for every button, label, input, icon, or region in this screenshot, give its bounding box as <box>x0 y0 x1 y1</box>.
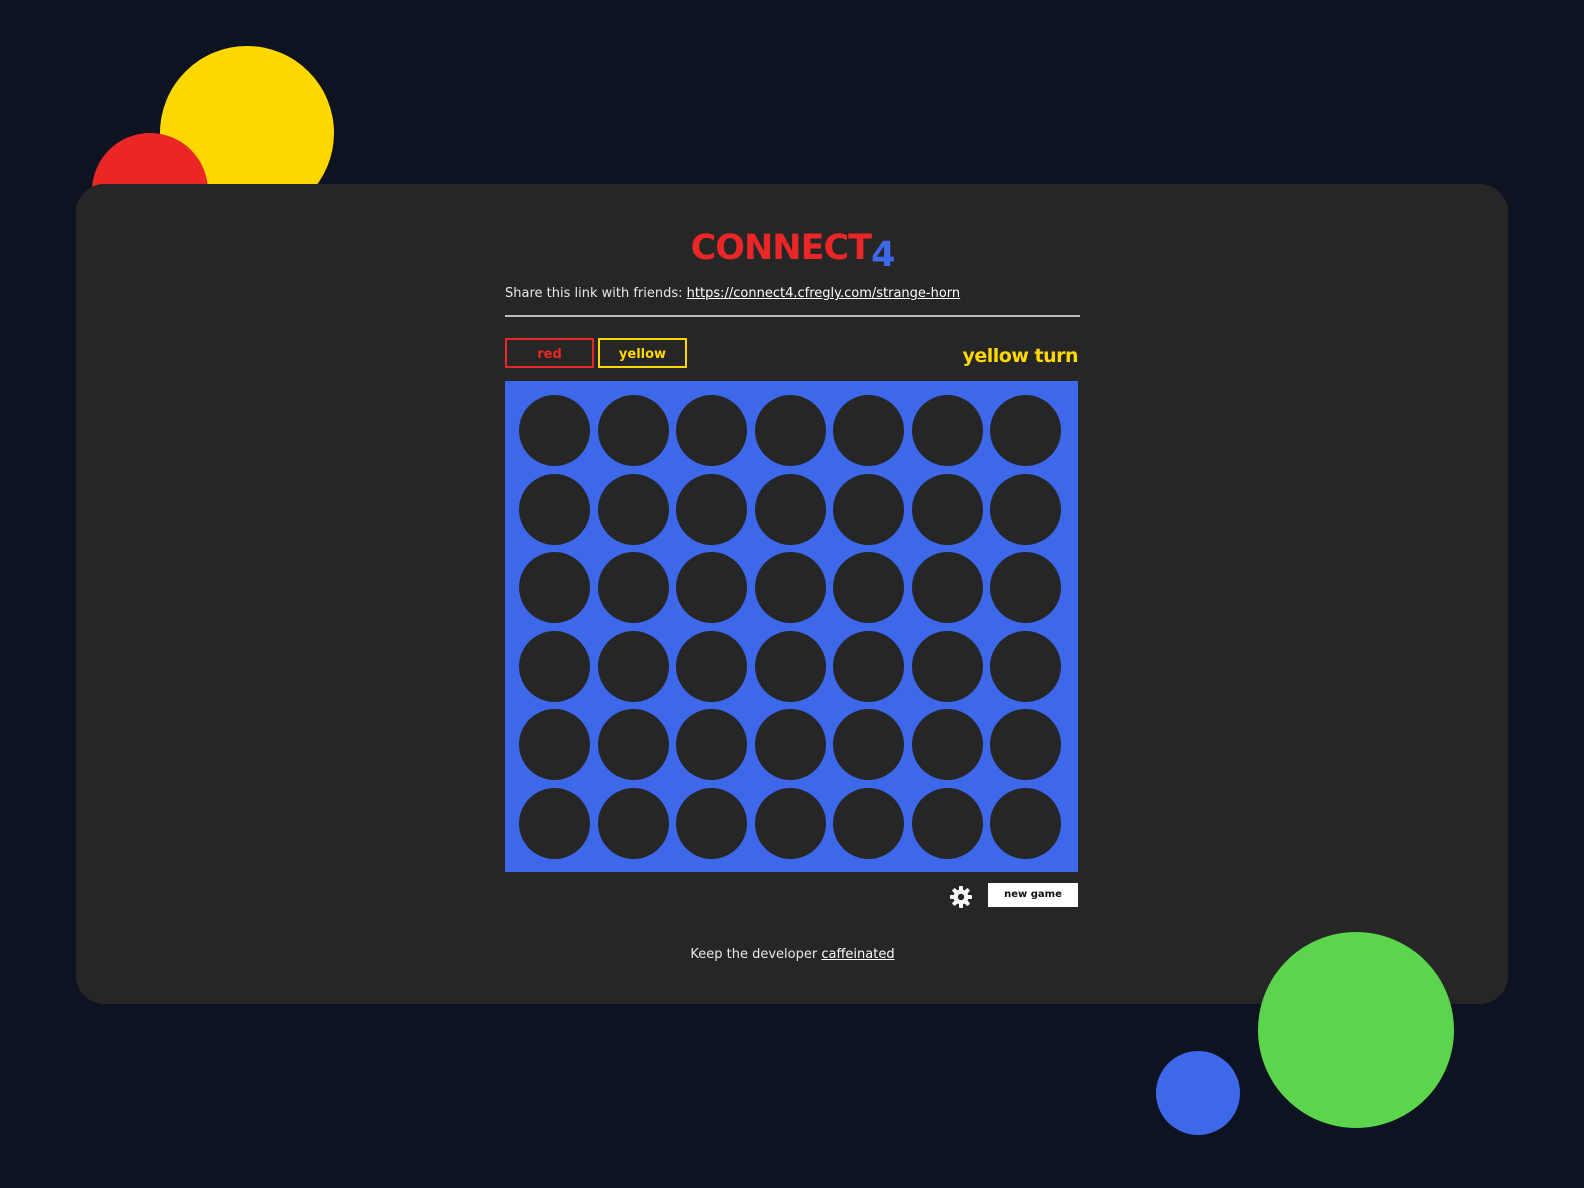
board-cell[interactable] <box>754 630 826 702</box>
board-cell[interactable] <box>911 709 983 780</box>
board-cell[interactable] <box>833 787 904 859</box>
board-cell[interactable] <box>754 787 826 859</box>
board-cell[interactable] <box>754 473 826 545</box>
board-cell[interactable] <box>519 787 590 859</box>
caffeinated-link[interactable]: caffeinated <box>821 947 894 962</box>
board-cell[interactable] <box>990 552 1061 623</box>
board-cell[interactable] <box>519 395 590 466</box>
board-cell[interactable] <box>519 709 590 780</box>
board-cell[interactable] <box>754 552 826 623</box>
board-cell[interactable] <box>911 473 983 545</box>
board-cell[interactable] <box>597 709 669 780</box>
gear-icon[interactable] <box>949 885 973 909</box>
decorative-blue-circle <box>1156 1051 1240 1135</box>
game-board <box>505 381 1078 872</box>
footer: Keep the developer caffeinated <box>505 947 1080 962</box>
board-cell[interactable] <box>676 787 747 859</box>
board-cell[interactable] <box>676 473 747 545</box>
board-cell[interactable] <box>911 787 983 859</box>
board-cell[interactable] <box>519 552 590 623</box>
share-divider <box>505 315 1080 317</box>
decorative-green-circle <box>1258 932 1454 1128</box>
board-cell[interactable] <box>676 709 747 780</box>
board-cell[interactable] <box>519 473 590 545</box>
board-cell[interactable] <box>990 630 1061 702</box>
board-cell[interactable] <box>833 630 904 702</box>
share-link[interactable]: https://connect4.cfregly.com/strange-hor… <box>687 286 961 301</box>
logo-four: 4 <box>871 235 895 275</box>
board-cell[interactable] <box>911 630 983 702</box>
footer-prefix: Keep the developer <box>690 947 818 962</box>
board-cell[interactable] <box>676 630 747 702</box>
new-game-button[interactable]: new game <box>988 883 1078 907</box>
board-cell[interactable] <box>990 709 1061 780</box>
board-cell[interactable] <box>597 552 669 623</box>
turn-indicator: yellow turn <box>962 345 1078 367</box>
board-cell[interactable] <box>519 630 590 702</box>
logo: CONNECT4 <box>505 228 1080 275</box>
board-cell[interactable] <box>597 630 669 702</box>
board-cell[interactable] <box>990 787 1061 859</box>
board-cell[interactable] <box>833 709 904 780</box>
board-cell[interactable] <box>833 395 904 466</box>
board-cell[interactable] <box>754 395 826 466</box>
game-content: CONNECT4 Share this link with friends: h… <box>505 184 1080 1004</box>
logo-connect: CONNECT <box>690 228 872 268</box>
share-prefix: Share this link with friends: <box>505 286 683 301</box>
board-cell[interactable] <box>597 787 669 859</box>
board-cell[interactable] <box>911 552 983 623</box>
board-cell[interactable] <box>597 473 669 545</box>
board-cell[interactable] <box>676 395 747 466</box>
board-cell[interactable] <box>676 552 747 623</box>
red-player-button[interactable]: red <box>505 338 594 368</box>
board-cell[interactable] <box>833 473 904 545</box>
board-cell[interactable] <box>833 552 904 623</box>
page: CONNECT4 Share this link with friends: h… <box>0 0 1584 1188</box>
game-card: CONNECT4 Share this link with friends: h… <box>76 184 1508 1004</box>
yellow-player-button[interactable]: yellow <box>598 338 687 368</box>
board-cell[interactable] <box>911 395 983 466</box>
board-cell[interactable] <box>990 395 1061 466</box>
board-cell[interactable] <box>754 709 826 780</box>
share-line: Share this link with friends: https://co… <box>505 286 1080 301</box>
board-cell[interactable] <box>990 473 1061 545</box>
board-cell[interactable] <box>597 395 669 466</box>
